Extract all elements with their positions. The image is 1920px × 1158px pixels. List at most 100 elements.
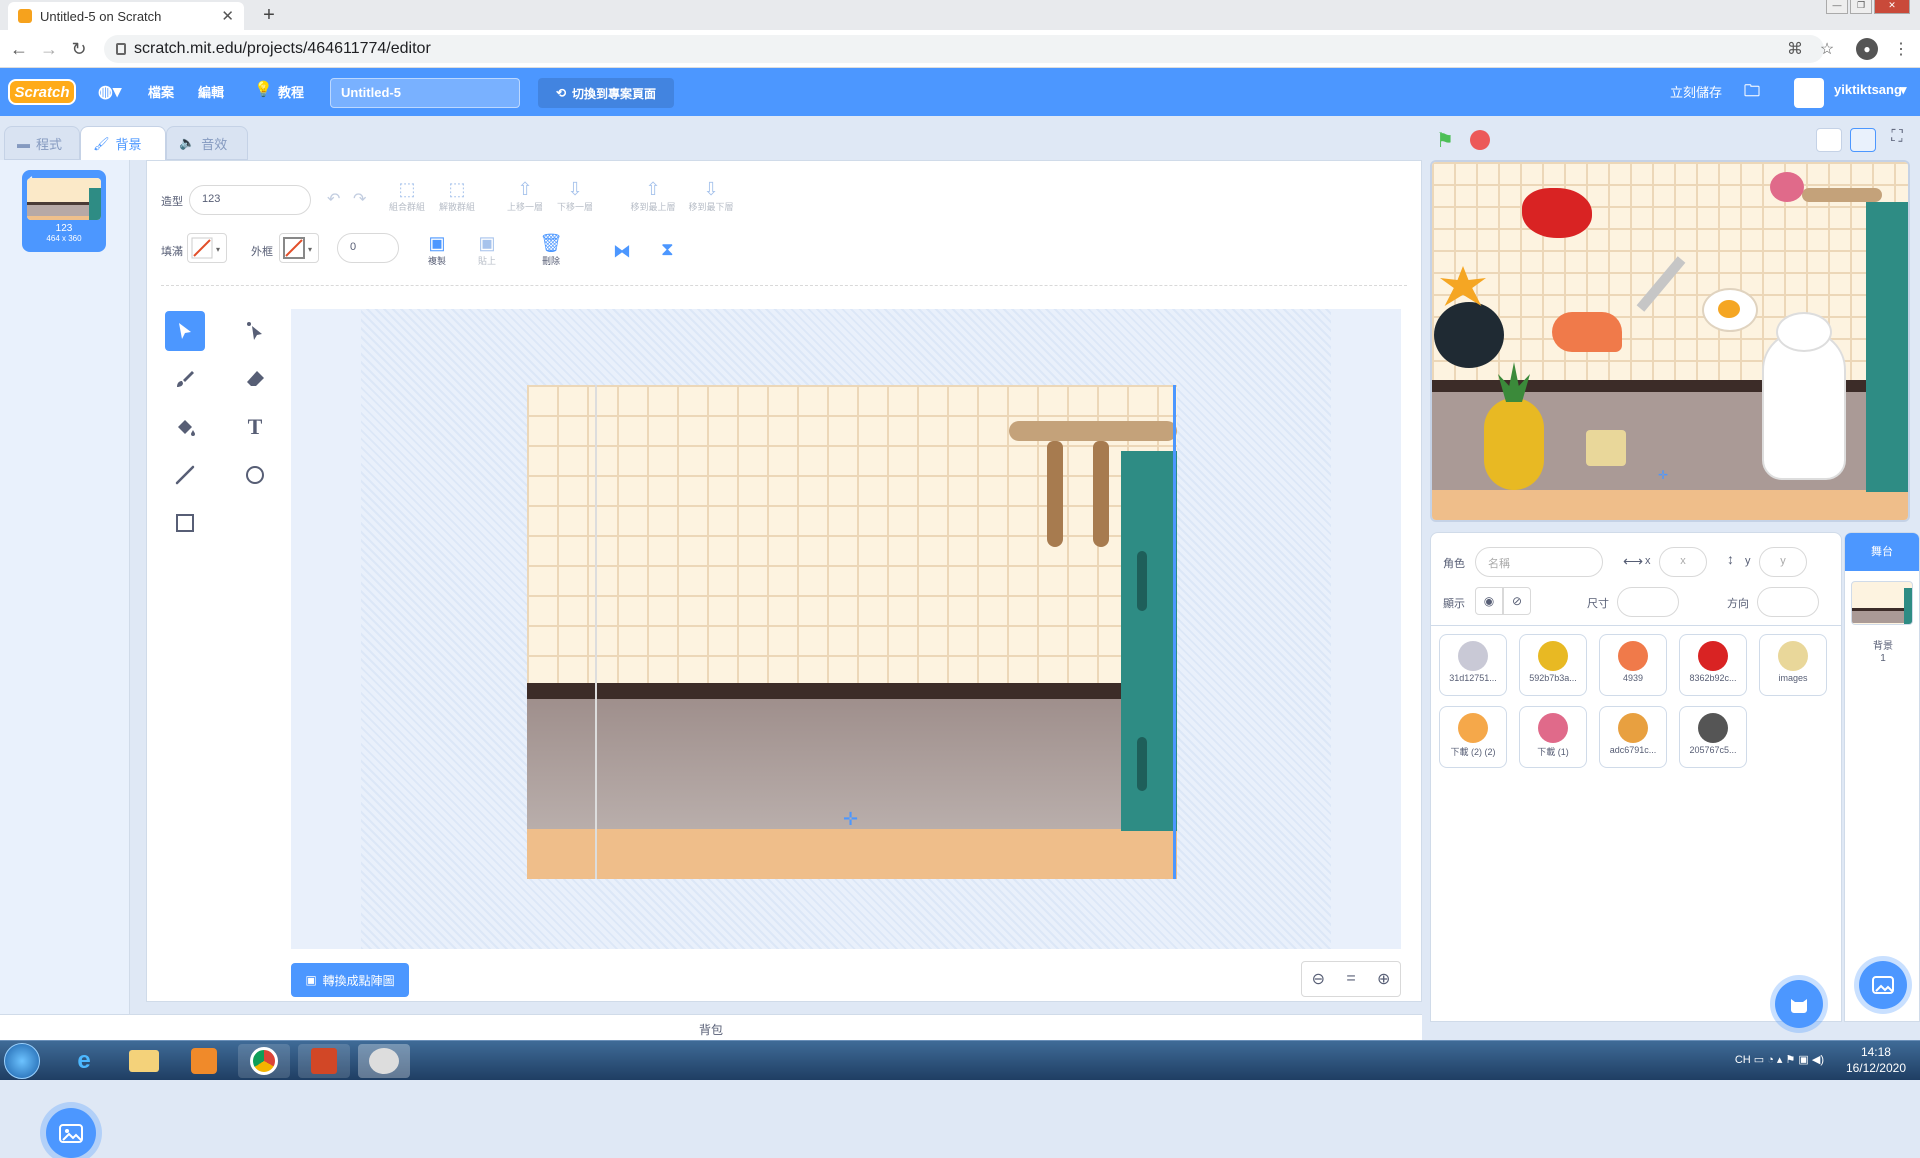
choose-backdrop-button[interactable] — [46, 1108, 96, 1158]
back-icon[interactable]: ← — [4, 34, 34, 64]
zoom-out-icon[interactable]: ⊖ — [1302, 962, 1335, 996]
bookmark-star-icon[interactable]: ☆ — [1816, 38, 1838, 60]
fill-tool[interactable] — [165, 407, 205, 447]
explorer-folder-icon[interactable] — [118, 1044, 170, 1078]
system-tray[interactable]: CH ▭ ◔ ▴ ⚑ ▣ ◀) — [1735, 1053, 1824, 1066]
chef-sprite[interactable] — [1762, 330, 1846, 480]
green-flag-icon[interactable]: ⚑ — [1436, 128, 1454, 153]
language-globe-icon[interactable]: ◍▾ — [98, 82, 121, 102]
address-bar[interactable]: scratch.mit.edu/projects/464611774/edito… — [104, 35, 1824, 63]
front-button[interactable]: ⇧ 移到最上層 — [625, 179, 681, 213]
outline-width-input[interactable]: 0 — [337, 233, 399, 263]
bomb-sprite[interactable] — [1434, 302, 1504, 368]
eraser-tool[interactable] — [235, 359, 275, 399]
sprite-tile[interactable]: 下載 (2) (2) — [1439, 706, 1507, 768]
redo-icon[interactable]: ↷ — [353, 189, 366, 209]
new-tab-button[interactable]: + — [256, 2, 282, 28]
sprite-name-input[interactable]: 名稱 — [1475, 547, 1603, 577]
rotation-center-icon[interactable]: ✛ — [843, 809, 858, 830]
back-button[interactable]: ⇩ 移到最下層 — [683, 179, 739, 213]
outline-color-swatch[interactable]: ▾ — [279, 233, 319, 263]
line-tool[interactable] — [165, 455, 205, 495]
start-button[interactable] — [4, 1043, 40, 1079]
translate-icon[interactable]: ⌘ — [1784, 38, 1806, 60]
media-player-icon[interactable] — [178, 1044, 230, 1078]
hide-eye-icon[interactable]: ⊘ — [1503, 587, 1531, 615]
ie-icon[interactable]: e — [58, 1044, 110, 1078]
reload-icon[interactable]: ↻ — [64, 34, 94, 64]
convert-to-bitmap-button[interactable]: ▣ 轉換成點陣圖 — [291, 963, 409, 997]
paste-button[interactable]: ▣ 貼上 — [469, 233, 505, 267]
circle-tool[interactable] — [235, 455, 275, 495]
direction-input[interactable] — [1757, 587, 1819, 617]
select-tool[interactable] — [165, 311, 205, 351]
fullscreen-icon[interactable]: ⛶ — [1884, 128, 1910, 152]
sprite-tile[interactable]: 8362b92c... — [1679, 634, 1747, 696]
sprite-tile[interactable]: 4939 — [1599, 634, 1667, 696]
sprite-tile[interactable]: 592b7b3a... — [1519, 634, 1587, 696]
save-now-button[interactable]: 立刻儲存 — [1670, 82, 1722, 101]
shrimp-sprite[interactable] — [1552, 312, 1622, 352]
stop-icon[interactable] — [1470, 130, 1490, 150]
flip-horizontal-icon[interactable]: ⧓ — [613, 241, 631, 262]
onion-sprite[interactable] — [1770, 172, 1804, 202]
maximize-icon[interactable]: ❐ — [1850, 0, 1872, 14]
ungroup-button[interactable]: ⬚ 解散群組 — [433, 179, 481, 213]
rectangle-tool[interactable] — [165, 503, 205, 543]
fill-color-swatch[interactable]: ▾ — [187, 233, 227, 263]
zoom-in-icon[interactable]: ⊕ — [1367, 962, 1400, 996]
minimize-icon[interactable]: — — [1826, 0, 1848, 14]
tab-sounds[interactable]: 🔈 音效 — [166, 126, 248, 160]
menu-tutorials[interactable]: 教程 — [278, 82, 304, 101]
copy-button[interactable]: ▣ 複製 — [419, 233, 455, 267]
delete-button[interactable]: 🗑 刪除 — [533, 233, 569, 267]
brush-tool[interactable] — [165, 359, 205, 399]
flip-vertical-icon[interactable]: ⧗ — [661, 239, 674, 260]
forward-icon[interactable]: → — [34, 34, 64, 64]
powerpoint-icon[interactable] — [298, 1044, 350, 1078]
close-tab-icon[interactable]: ✕ — [221, 7, 234, 25]
flour-sprite[interactable] — [1586, 430, 1626, 466]
forward-button[interactable]: ⇧ 上移一層 — [501, 179, 549, 213]
browser-tab[interactable]: Untitled-5 on Scratch ✕ — [8, 2, 244, 30]
text-tool[interactable]: T — [235, 407, 275, 447]
stage-view[interactable]: ✛ — [1430, 160, 1910, 522]
close-window-icon[interactable]: ✕ — [1874, 0, 1910, 14]
see-project-page-button[interactable]: ⟲ 切換到專案頁面 — [538, 78, 674, 108]
scratch-logo[interactable]: Scratch — [8, 79, 76, 105]
username-menu[interactable]: yiktiktsang — [1834, 82, 1902, 97]
paint-canvas[interactable]: ✛ — [527, 385, 1177, 879]
clock[interactable]: 14:18 16/12/2020 — [1846, 1044, 1906, 1076]
my-stuff-folder-icon[interactable]: 🗀 — [1744, 80, 1760, 107]
group-button[interactable]: ⬚ 組合群組 — [383, 179, 431, 213]
project-title-input[interactable]: Untitled-5 — [330, 78, 520, 108]
kebab-menu-icon[interactable]: ⋮ — [1890, 38, 1912, 60]
avatar[interactable] — [1794, 78, 1824, 108]
sprite-tile[interactable]: adc6791c... — [1599, 706, 1667, 768]
sprite-tile[interactable]: 205767c5... — [1679, 706, 1747, 768]
undo-icon[interactable]: ↶ — [327, 189, 340, 209]
menu-edit[interactable]: 編輯 — [198, 82, 224, 101]
lightbulb-icon[interactable]: 💡 — [254, 80, 273, 98]
choose-sprite-button[interactable] — [1775, 980, 1823, 1028]
costume-name-input[interactable]: 123 — [189, 185, 311, 215]
scratch-app-icon[interactable] — [358, 1044, 410, 1078]
chrome-icon[interactable] — [238, 1044, 290, 1078]
backdrop-tile[interactable]: 1 123 464 x 360 — [22, 170, 106, 252]
x-input[interactable]: x — [1659, 547, 1707, 577]
zoom-reset-button[interactable]: = — [1335, 962, 1368, 996]
sprite-tile[interactable]: 下載 (1) — [1519, 706, 1587, 768]
pepper-sprite[interactable] — [1522, 188, 1592, 238]
tab-backdrops[interactable]: 🖌 背景 — [80, 126, 166, 160]
y-input[interactable]: y — [1759, 547, 1807, 577]
sprite-tile[interactable]: 31d12751... — [1439, 634, 1507, 696]
menu-file[interactable]: 檔案 — [148, 82, 174, 101]
choose-backdrop-fab[interactable] — [1859, 961, 1907, 1009]
pineapple-sprite[interactable] — [1484, 398, 1544, 490]
tab-code[interactable]: ▬ 程式 — [4, 126, 80, 160]
profile-icon[interactable]: ● — [1856, 38, 1878, 60]
backward-button[interactable]: ⇩ 下移一層 — [551, 179, 599, 213]
show-eye-icon[interactable]: ◉ — [1475, 587, 1503, 615]
small-stage-icon[interactable] — [1816, 128, 1842, 152]
stage-target-panel[interactable]: 舞台 背景 1 — [1844, 532, 1920, 1022]
